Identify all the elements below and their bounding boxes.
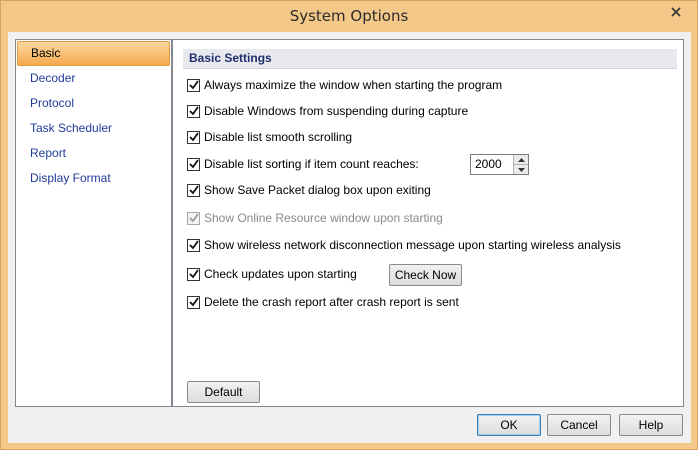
checkbox[interactable] (187, 238, 200, 252)
option-label: Check updates upon starting (204, 267, 357, 281)
sidebar-item-decoder[interactable]: Decoder (17, 66, 170, 91)
option-disable-suspend[interactable]: Disable Windows from suspending during c… (187, 102, 468, 120)
section-header: Basic Settings (183, 49, 677, 69)
check-icon (188, 185, 199, 195)
spinner-buttons (513, 155, 528, 174)
checkbox[interactable] (187, 267, 200, 281)
check-icon (188, 106, 199, 116)
default-button[interactable]: Default (187, 381, 260, 403)
close-button[interactable] (661, 2, 691, 22)
basic-settings-panel: Basic Settings Always maximize the windo… (172, 39, 684, 407)
sidebar-item-basic[interactable]: Basic (17, 41, 170, 66)
option-label: Disable list sorting if item count reach… (204, 157, 419, 171)
option-label: Show Save Packet dialog box upon exiting (204, 183, 431, 197)
system-options-window: System Options Basic Decoder Protocol Ta… (0, 0, 698, 450)
option-label: Disable Windows from suspending during c… (204, 104, 469, 118)
ok-button[interactable]: OK (477, 414, 541, 436)
title-bar: System Options (1, 1, 697, 32)
sort-count-spinner[interactable]: 2000 (470, 154, 529, 175)
option-delete-crash-report[interactable]: Delete the crash report after crash repo… (187, 293, 459, 311)
checkbox[interactable] (187, 130, 200, 144)
section-title: Basic Settings (189, 51, 272, 65)
option-disable-smooth-scrolling[interactable]: Disable list smooth scrolling (187, 128, 352, 146)
option-label: Always maximize the window when starting… (204, 78, 503, 92)
spinner-down-button[interactable] (514, 164, 528, 174)
option-check-updates[interactable]: Check updates upon starting (187, 265, 357, 283)
checkbox[interactable] (187, 157, 200, 171)
sidebar-item-task-scheduler[interactable]: Task Scheduler (17, 116, 170, 141)
sidebar-item-protocol[interactable]: Protocol (17, 91, 170, 116)
check-icon (188, 80, 199, 90)
checkbox[interactable] (187, 78, 200, 92)
dialog-client: Basic Decoder Protocol Task Scheduler Re… (8, 32, 691, 443)
check-icon (188, 159, 199, 169)
spinner-up-button[interactable] (514, 155, 528, 164)
option-label: Delete the crash report after crash repo… (204, 295, 459, 309)
check-icon (188, 240, 199, 250)
option-disable-list-sorting[interactable]: Disable list sorting if item count reach… (187, 155, 419, 173)
close-icon (671, 7, 681, 17)
option-show-wireless-disconnection[interactable]: Show wireless network disconnection mess… (187, 236, 621, 254)
checkbox[interactable] (187, 183, 200, 197)
option-show-online-resource: Show Online Resource window upon startin… (187, 209, 443, 227)
option-label: Show wireless network disconnection mess… (204, 238, 621, 252)
check-icon (188, 297, 199, 307)
window-title: System Options (289, 7, 409, 25)
option-label: Show Online Resource window upon startin… (204, 211, 443, 225)
checkbox (187, 211, 200, 225)
sidebar-item-display-format[interactable]: Display Format (17, 166, 170, 191)
sort-count-value[interactable]: 2000 (471, 155, 513, 174)
checkbox[interactable] (187, 295, 200, 309)
arrow-down-icon (517, 167, 525, 172)
cancel-button[interactable]: Cancel (547, 414, 611, 436)
check-icon (188, 269, 199, 279)
check-icon (188, 213, 199, 223)
checkbox[interactable] (187, 104, 200, 118)
option-label: Disable list smooth scrolling (204, 130, 353, 144)
sidebar-item-report[interactable]: Report (17, 141, 170, 166)
option-show-save-packet-dialog[interactable]: Show Save Packet dialog box upon exiting (187, 181, 431, 199)
check-icon (188, 132, 199, 142)
category-list: Basic Decoder Protocol Task Scheduler Re… (15, 39, 172, 407)
check-now-button[interactable]: Check Now (389, 264, 462, 286)
arrow-up-icon (517, 157, 525, 162)
help-button[interactable]: Help (619, 414, 683, 436)
option-maximize-window[interactable]: Always maximize the window when starting… (187, 76, 502, 94)
